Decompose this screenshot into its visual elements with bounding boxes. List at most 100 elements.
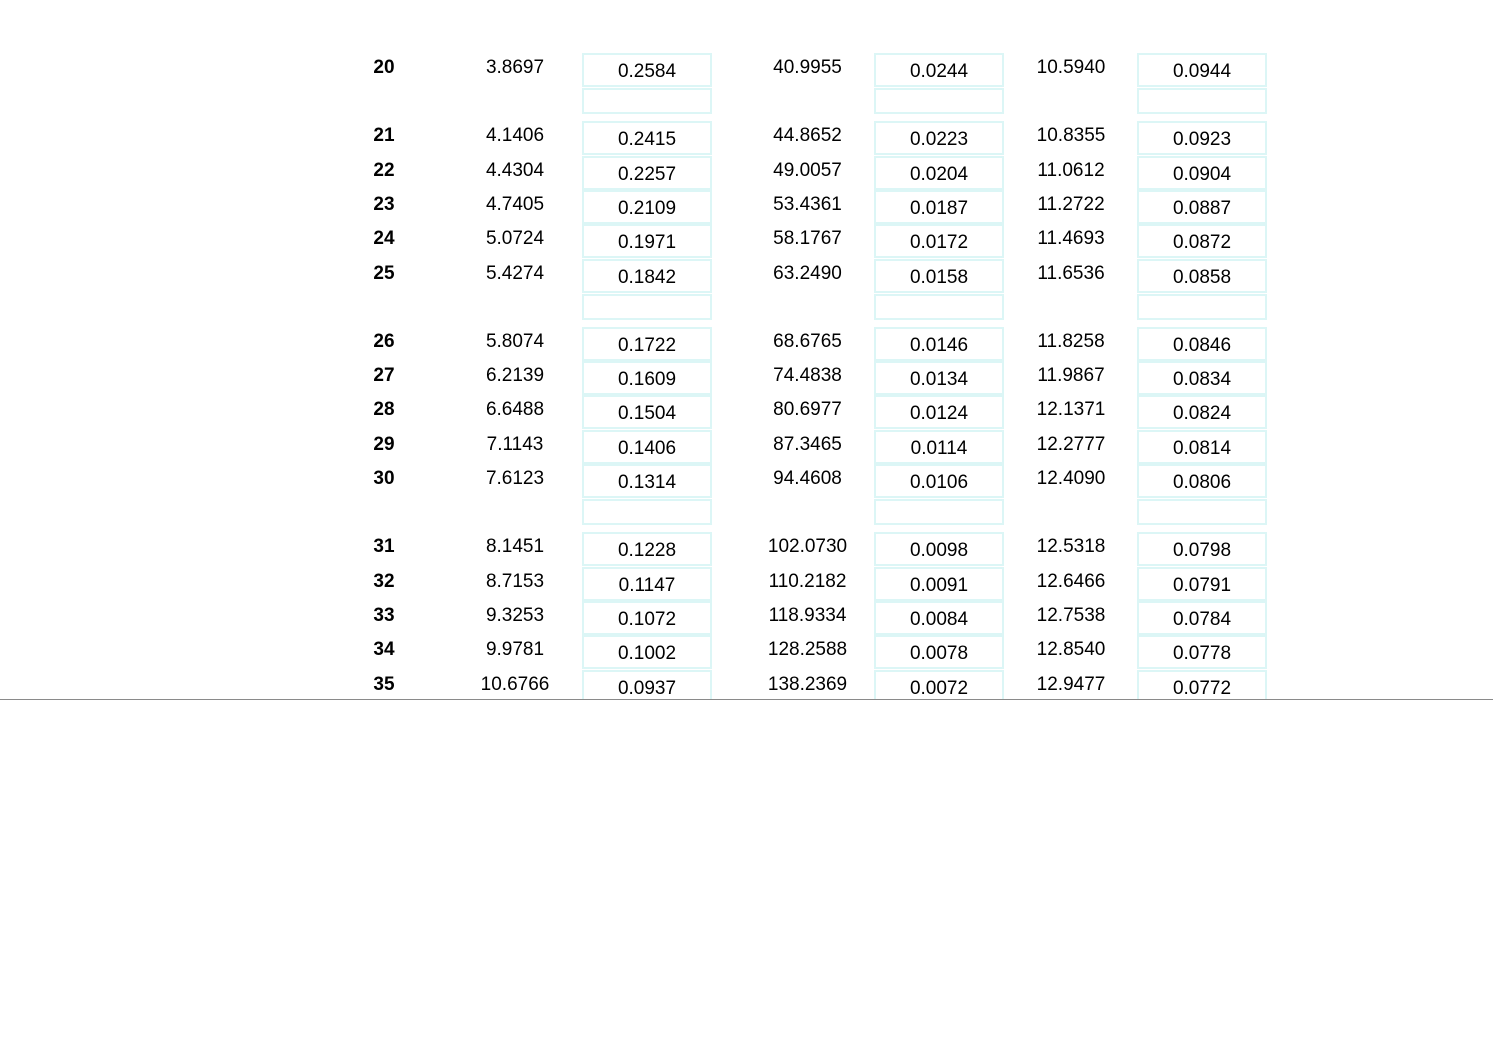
value-cell-v2: 0.1228 [582,532,712,567]
value-cell-v3: 40.9955 [740,53,875,87]
cell-text: 26 [373,330,395,352]
cell-text: 118.9334 [768,604,847,626]
value-cell-v1: 4.7405 [455,190,575,224]
cell-text: 22 [373,159,395,181]
period-cell: 23 [344,190,424,224]
blank-cell [582,293,712,320]
cell-text: 53.4361 [773,193,842,215]
cell-text: 0.1406 [617,437,677,459]
cell-text: 0.0091 [909,574,969,596]
cell-text: 0.0846 [1172,334,1232,356]
period-cell: 26 [344,327,424,361]
cell-text: 0.2584 [617,61,677,82]
cell-text: 12.1371 [1036,399,1106,421]
table-row: 22 4.4304 0.2257 49.0057 0.0204 11.0612 0.0904 [0,155,1493,190]
cell-text: 0.0937 [617,677,677,699]
cell-text: 0.0791 [1172,574,1232,596]
cell-text: 12.6466 [1036,570,1106,592]
value-cell-v1: 9.3253 [455,601,575,635]
value-cell-v1: 6.6488 [455,395,575,429]
value-cell-v3: 138.2369 [740,670,875,701]
cell-text: 0.0114 [910,437,968,459]
cell-text: 4.7405 [485,193,545,215]
cell-text: 0.0784 [1172,608,1232,630]
period-cell: 30 [344,464,424,498]
table-viewport[interactable]: 20 3.8697 0.2584 40.9955 0.0244 10.5940 0.0944… [0,0,1493,700]
value-cell-v1: 5.0724 [455,224,575,258]
cell-text: 4.1406 [485,125,545,147]
cell-text: 0.0772 [1172,677,1232,699]
cell-text: 12.2777 [1036,433,1106,455]
value-cell-v1: 5.4274 [455,259,575,293]
cell-text: 4.4304 [485,159,545,181]
value-cell-v6: 0.0858 [1137,258,1267,293]
cell-text: 23 [373,193,395,215]
cell-text: 11.0612 [1037,159,1105,181]
value-cell-v6: 0.0846 [1137,326,1267,361]
cell-text: 0.1609 [617,369,677,391]
cell-text: 138.2369 [767,673,848,695]
cell-text: 0.0923 [1172,129,1232,151]
cell-text: 5.8074 [485,330,545,352]
value-cell-v3: 118.9334 [740,601,875,635]
value-cell-v3: 63.2490 [740,259,875,293]
value-cell-v6: 0.0923 [1137,121,1267,156]
period-cell: 33 [344,601,424,635]
cell-text: 20 [373,57,395,78]
cell-text: 0.1314 [617,472,677,493]
value-cell-v3: 80.6977 [740,395,875,429]
cell-text: 0.0084 [909,608,969,630]
value-cell-v6: 0.0814 [1137,429,1267,464]
cell-text: 74.4838 [773,365,842,387]
blank-cell [874,293,1004,320]
cell-text: 87.3465 [773,433,842,455]
cell-text: 0.0204 [909,163,969,185]
cell-text: 128.2588 [767,639,848,661]
value-cell-v1: 4.4304 [455,156,575,190]
cell-text: 29 [373,433,395,455]
value-cell-v1: 10.6766 [455,670,575,701]
value-cell-v6: 0.0904 [1137,155,1267,190]
value-cell-v4: 0.0172 [874,224,1004,259]
cell-text: 30 [373,468,395,489]
cell-text: 6.6488 [485,399,545,421]
cell-text: 49.0057 [773,159,842,181]
value-cell-v4: 0.0187 [874,189,1004,224]
value-cell-v5: 10.5940 [1006,53,1136,87]
cell-text: 34 [373,639,395,661]
value-cell-v2: 0.1314 [582,464,712,498]
cell-text: 80.6977 [773,399,842,421]
period-cell: 22 [344,156,424,190]
value-cell-v6: 0.0806 [1137,464,1267,498]
value-cell-v2: 0.1722 [582,326,712,361]
blank-cell [1137,499,1267,526]
value-cell-v3: 74.4838 [740,361,875,395]
value-cell-v4: 0.0204 [874,155,1004,190]
value-cell-v6: 0.0772 [1137,669,1267,700]
value-cell-v3: 53.4361 [740,190,875,224]
table-row: 27 6.2139 0.1609 74.4838 0.0134 11.9867 0.0834 [0,361,1493,396]
value-cell-v1: 5.8074 [455,327,575,361]
period-cell: 32 [344,567,424,601]
cell-text: 12.5318 [1036,536,1106,558]
value-cell-v2: 0.0937 [582,669,712,700]
value-cell-v5: 12.9477 [1006,670,1136,701]
cell-text: 8.1451 [485,536,545,558]
value-cell-v4: 0.0146 [874,326,1004,361]
cell-text: 0.0158 [909,266,969,288]
cell-text: 33 [373,604,395,626]
period-cell: 27 [344,361,424,395]
blank-cell [1137,88,1267,115]
period-cell: 31 [344,532,424,566]
value-cell-v6: 0.0944 [1137,53,1267,87]
cell-text: 7.1143 [486,433,544,455]
value-cell-v2: 0.1406 [582,429,712,464]
value-cell-v4: 0.0072 [874,669,1004,700]
cell-text: 0.0798 [1172,540,1232,562]
value-cell-v5: 12.8540 [1006,635,1136,669]
cell-text: 0.2415 [617,129,677,151]
cell-text: 0.0806 [1172,472,1232,493]
value-cell-v3: 94.4608 [740,464,875,498]
value-cell-v4: 0.0084 [874,600,1004,635]
cell-text: 11.2722 [1037,193,1105,215]
